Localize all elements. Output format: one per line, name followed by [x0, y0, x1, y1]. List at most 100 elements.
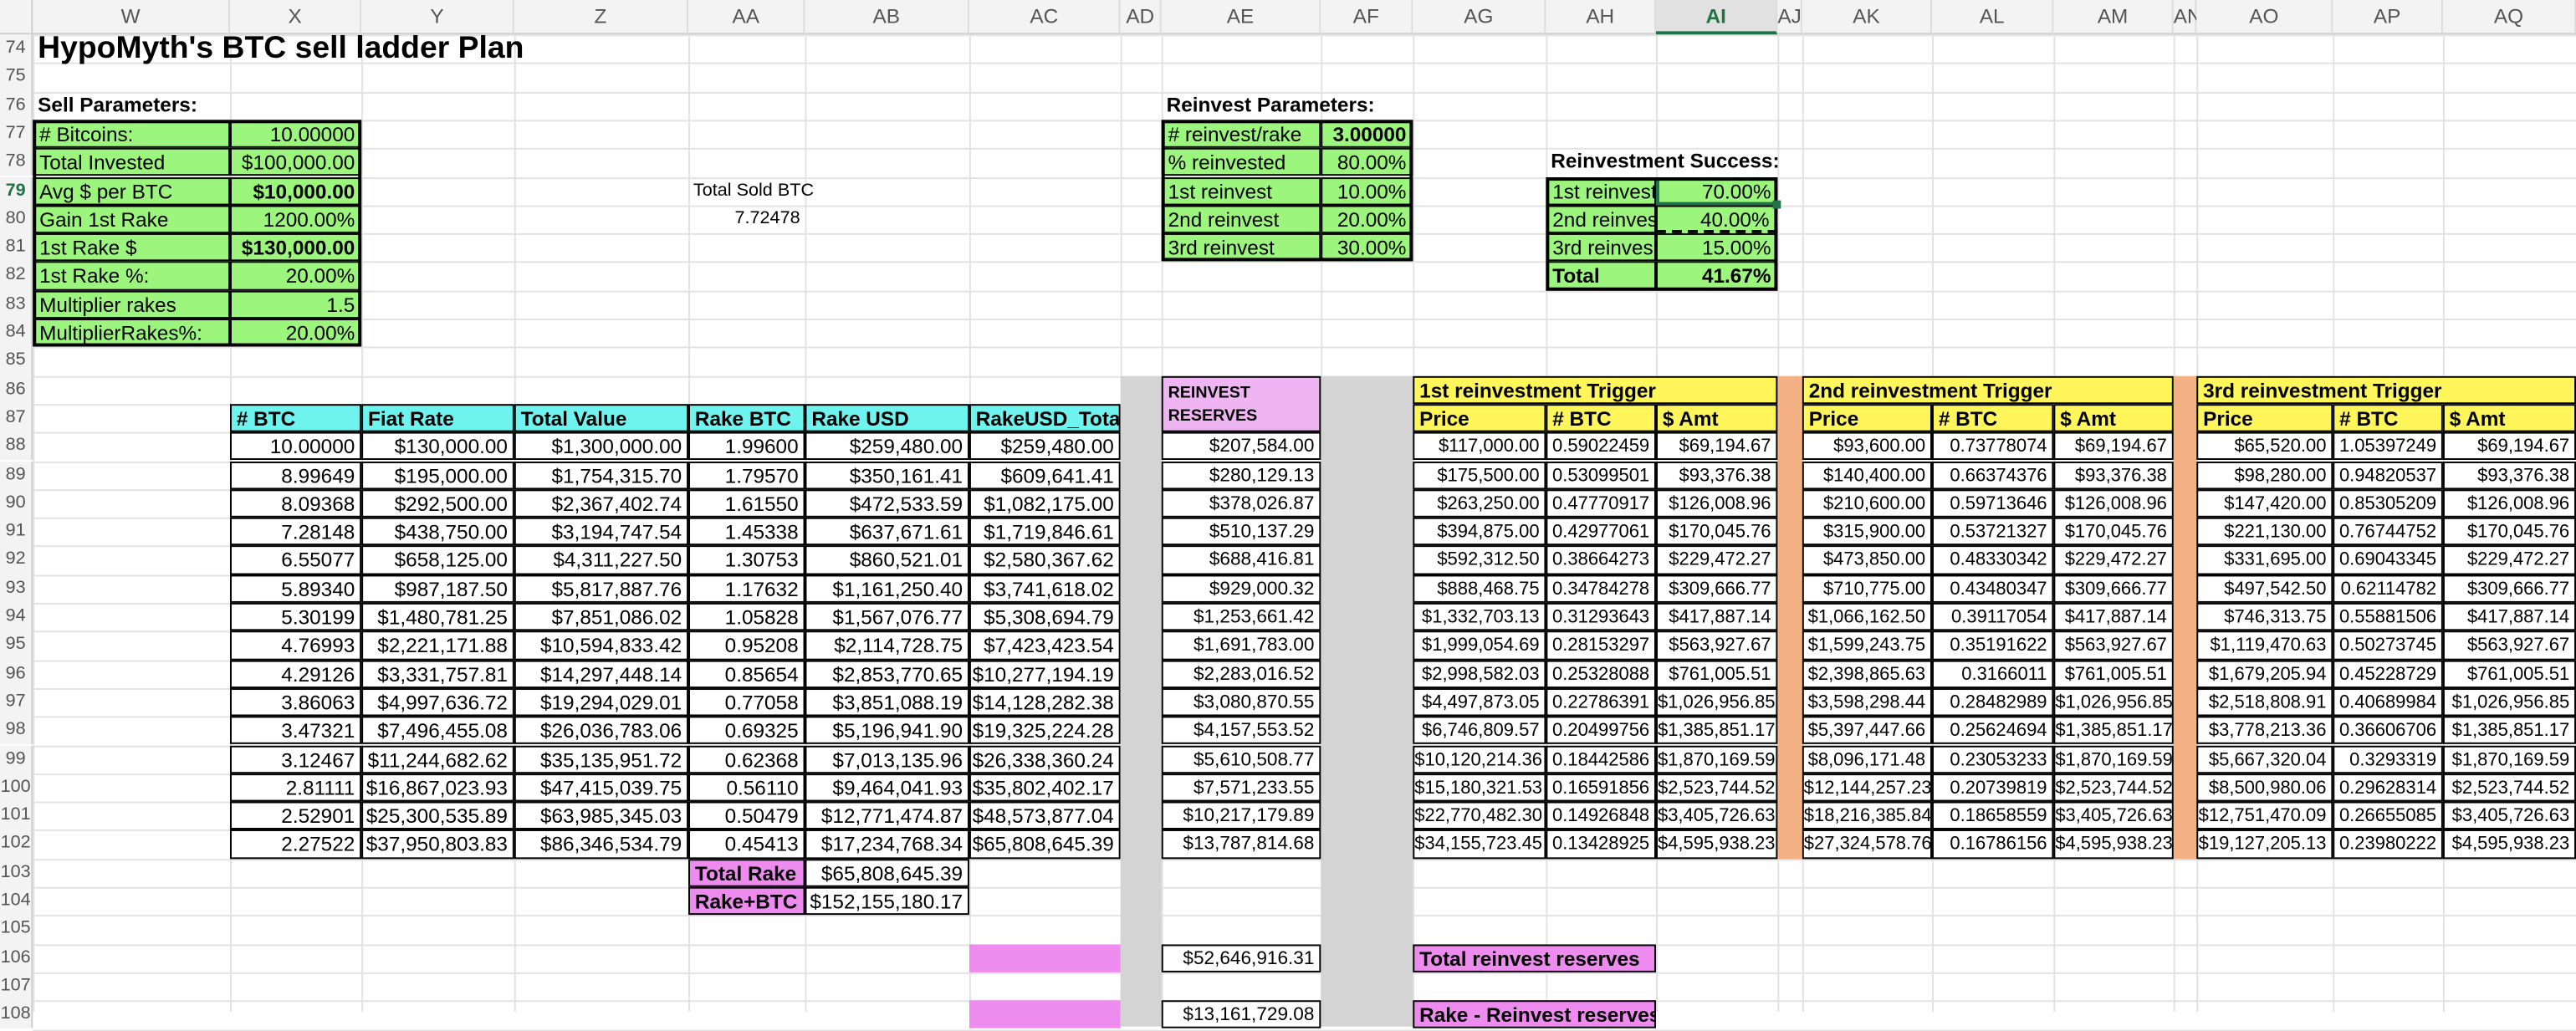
trigger-cell[interactable]: $3,778,213.36: [2196, 716, 2333, 745]
column-header-af[interactable]: AF: [1321, 0, 1413, 35]
trigger-cell[interactable]: $3,598,298.44: [1802, 687, 1933, 717]
trigger-cell[interactable]: $1,870,169.59: [2442, 744, 2576, 773]
table-cell[interactable]: $26,036,783.06: [514, 716, 689, 745]
table-cell[interactable]: $7,496,455.08: [361, 716, 514, 745]
trigger-cell[interactable]: $1,870,169.59: [1656, 744, 1778, 773]
trigger-cell[interactable]: $710,775.00: [1802, 574, 1933, 603]
trigger-cell[interactable]: $12,751,470.09: [2196, 801, 2333, 830]
row-header-104[interactable]: 104: [0, 886, 33, 916]
reserve-cell[interactable]: $1,691,783.00: [1161, 630, 1321, 660]
reserve-cell[interactable]: $10,217,179.89: [1161, 801, 1321, 830]
reinvest-param-label[interactable]: % reinvested: [1161, 148, 1321, 177]
column-header-ab[interactable]: AB: [805, 0, 969, 35]
trigger-cell[interactable]: $2,398,865.63: [1802, 659, 1933, 688]
sell-param-label[interactable]: MultiplierRakes%:: [33, 319, 231, 348]
sell-param-value[interactable]: 20.00%: [230, 319, 362, 348]
table-cell[interactable]: $9,464,041.93: [805, 773, 969, 802]
trigger-cell[interactable]: 1.05397249: [2333, 431, 2443, 461]
trigger-cell[interactable]: $229,472.27: [2053, 545, 2174, 574]
total-reserves-label[interactable]: Total reinvest reserves: [1413, 943, 1657, 972]
reinvest-param-value[interactable]: 10.00%: [1321, 176, 1413, 206]
table-cell[interactable]: $987,187.50: [361, 574, 514, 603]
trigger-cell[interactable]: $417,887.14: [2053, 602, 2174, 631]
trigger-cell[interactable]: 0.18658559: [1932, 801, 2054, 830]
sell-param-label[interactable]: # Bitcoins:: [33, 120, 231, 149]
table-cell[interactable]: 0.56110: [688, 773, 805, 802]
row-header-99[interactable]: 99: [0, 744, 33, 773]
trigger-cell[interactable]: 0.62114782: [2333, 574, 2443, 603]
table-cell[interactable]: $26,338,360.24: [969, 744, 1121, 773]
row-header-106[interactable]: 106: [0, 943, 33, 972]
table-cell[interactable]: $259,480.00: [805, 431, 969, 461]
reinvest-success-value[interactable]: 15.00%: [1656, 233, 1778, 263]
column-header-aq[interactable]: AQ: [2442, 0, 2576, 35]
reinvest-success-label[interactable]: 2nd reinves: [1546, 205, 1657, 234]
table-cell[interactable]: $14,128,282.38: [969, 687, 1121, 717]
trigger-cell[interactable]: $1,385,851.17: [2442, 716, 2576, 745]
reinvest-param-label[interactable]: 3rd reinvest: [1161, 233, 1321, 263]
trigger-cell[interactable]: $563,927.67: [1656, 630, 1778, 660]
trigger-cell[interactable]: 0.94820537: [2333, 460, 2443, 489]
sell-param-label[interactable]: Total Invested: [33, 148, 231, 177]
trigger-cell[interactable]: $1,679,205.94: [2196, 659, 2333, 688]
table-cell[interactable]: $10,594,833.42: [514, 630, 689, 660]
total-rake-value[interactable]: $65,808,645.39: [805, 858, 969, 887]
trigger-cell[interactable]: $473,850.00: [1802, 545, 1933, 574]
reserve-cell[interactable]: $7,571,233.55: [1161, 773, 1321, 802]
trigger-cell[interactable]: $417,887.14: [1656, 602, 1778, 631]
column-header-ao[interactable]: AO: [2196, 0, 2333, 35]
reserve-cell[interactable]: $13,787,814.68: [1161, 829, 1321, 859]
trigger-title[interactable]: 1st reinvestment Trigger: [1413, 375, 1778, 405]
row-header-96[interactable]: 96: [0, 659, 33, 688]
trigger-cell[interactable]: $1,119,470.63: [2196, 630, 2333, 660]
trigger-cell[interactable]: 0.34784278: [1546, 574, 1657, 603]
table-cell[interactable]: 1.61550: [688, 488, 805, 518]
trigger-cell[interactable]: 0.55881506: [2333, 602, 2443, 631]
table-cell[interactable]: 1.79570: [688, 460, 805, 489]
table-cell[interactable]: $1,082,175.00: [969, 488, 1121, 518]
table-cell[interactable]: $2,114,728.75: [805, 630, 969, 660]
table-cell[interactable]: $25,300,535.89: [361, 801, 514, 830]
table-cell[interactable]: $19,294,029.01: [514, 687, 689, 717]
trigger-cell[interactable]: $69,194.67: [2442, 431, 2576, 461]
trigger-cell[interactable]: $22,770,482.30: [1413, 801, 1546, 830]
trigger-cell[interactable]: $12,144,257.23: [1802, 773, 1933, 802]
trigger-cell[interactable]: 0.3166011: [1932, 659, 2054, 688]
table-cell[interactable]: $65,808,645.39: [969, 829, 1121, 859]
trigger-cell[interactable]: $2,523,744.52: [2442, 773, 2576, 802]
table-cell[interactable]: $130,000.00: [361, 431, 514, 461]
table-cell[interactable]: 0.69325: [688, 716, 805, 745]
table-cell[interactable]: $860,521.01: [805, 545, 969, 574]
table-cell[interactable]: $3,331,757.81: [361, 659, 514, 688]
trigger-cell[interactable]: $170,045.76: [2053, 517, 2174, 546]
row-header-87[interactable]: 87: [0, 404, 33, 432]
reserve-cell[interactable]: $2,283,016.52: [1161, 659, 1321, 688]
trigger-cell[interactable]: $1,385,851.17: [2053, 716, 2174, 745]
table-cell[interactable]: $86,346,534.79: [514, 829, 689, 859]
column-header-ah[interactable]: AH: [1546, 0, 1657, 35]
table-cell[interactable]: 10.00000: [230, 431, 362, 461]
row-header-78[interactable]: 78: [0, 148, 33, 177]
trigger-cell[interactable]: $93,376.38: [1656, 460, 1778, 489]
table-cell[interactable]: $2,853,770.65: [805, 659, 969, 688]
table-cell[interactable]: 2.81111: [230, 773, 362, 802]
column-header-ac[interactable]: AC: [969, 0, 1121, 35]
trigger-cell[interactable]: 0.23980222: [2333, 829, 2443, 859]
marker-cell[interactable]: [969, 1000, 1121, 1029]
trigger-cell[interactable]: $210,600.00: [1802, 488, 1933, 518]
row-header-88[interactable]: 88: [0, 431, 33, 461]
table-cell[interactable]: 0.77058: [688, 687, 805, 717]
trigger-cell[interactable]: $140,400.00: [1802, 460, 1933, 489]
row-header-75[interactable]: 75: [0, 63, 33, 92]
trigger-cell[interactable]: 0.25624694: [1932, 716, 2054, 745]
trigger-cell[interactable]: 0.25328088: [1546, 659, 1657, 688]
trigger-title[interactable]: 3rd reinvestment Trigger: [2196, 375, 2576, 405]
trigger-cell[interactable]: $394,875.00: [1413, 517, 1546, 546]
reinvest-param-value[interactable]: 3.00000: [1321, 120, 1413, 149]
trigger-cell[interactable]: $5,667,320.04: [2196, 744, 2333, 773]
trigger-cell[interactable]: $4,497,873.05: [1413, 687, 1546, 717]
row-header-92[interactable]: 92: [0, 545, 33, 574]
trigger-cell[interactable]: 0.73778074: [1932, 431, 2054, 461]
table-cell[interactable]: 0.50479: [688, 801, 805, 830]
reinvest-success-label[interactable]: 3rd reinves: [1546, 233, 1657, 263]
